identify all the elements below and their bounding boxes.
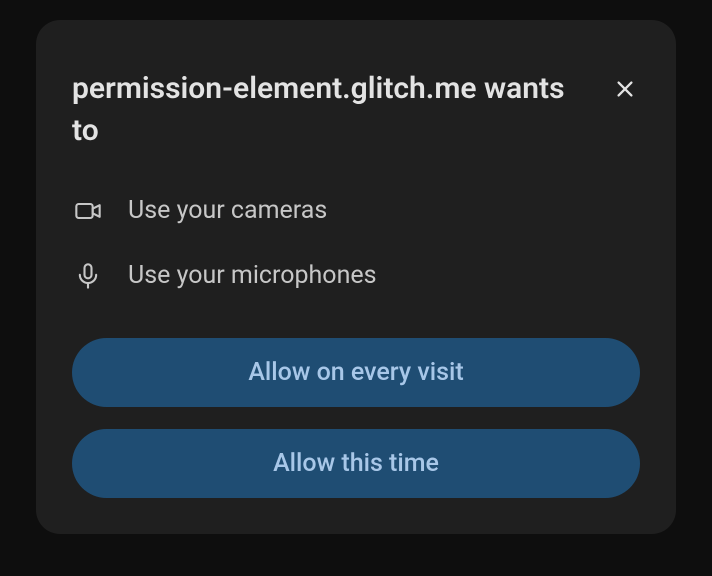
permission-item-microphone: Use your microphones — [74, 261, 640, 290]
permission-item-camera: Use your cameras — [74, 196, 640, 225]
dialog-title: permission-element.glitch.me wants to — [72, 68, 590, 152]
allow-this-time-button[interactable]: Allow this time — [72, 429, 640, 498]
allow-every-visit-button[interactable]: Allow on every visit — [72, 338, 640, 407]
camera-icon — [74, 197, 102, 225]
button-group: Allow on every visit Allow this time — [72, 338, 640, 498]
close-button[interactable] — [610, 74, 640, 107]
permission-label: Use your cameras — [128, 196, 327, 225]
permission-dialog: permission-element.glitch.me wants to Us… — [36, 20, 676, 534]
dialog-header: permission-element.glitch.me wants to — [72, 68, 640, 152]
dialog-origin: permission-element.glitch.me — [72, 71, 484, 106]
permission-label: Use your microphones — [128, 261, 377, 290]
close-icon — [614, 78, 636, 103]
microphone-icon — [74, 262, 102, 290]
permission-list: Use your cameras Use your microphones — [72, 196, 640, 290]
